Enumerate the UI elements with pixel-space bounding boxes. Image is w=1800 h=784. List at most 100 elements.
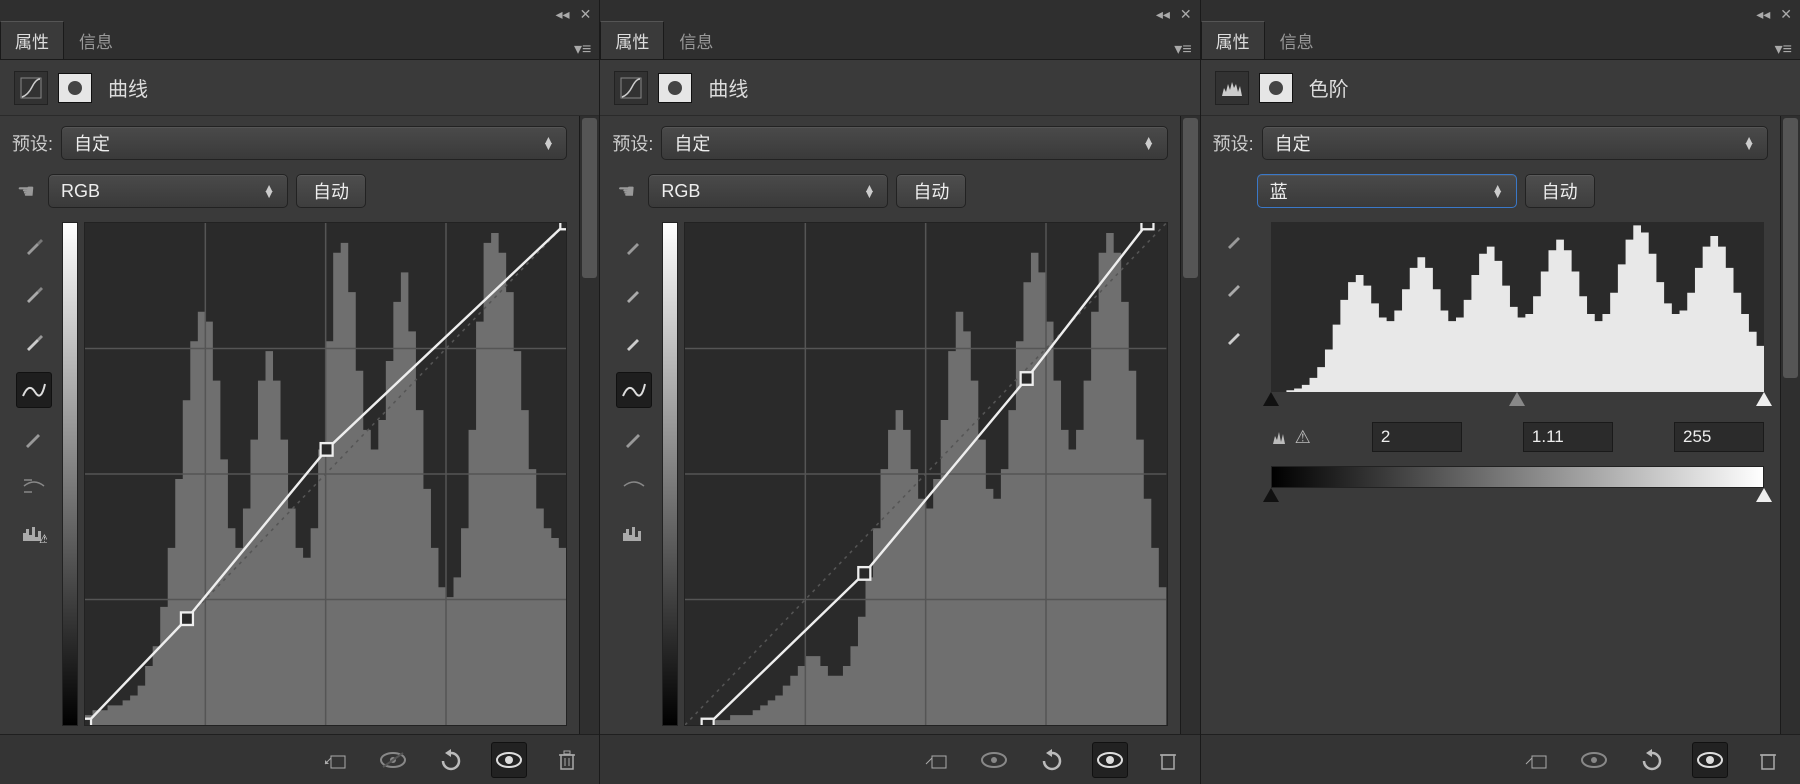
tab-properties[interactable]: 属性 xyxy=(0,21,64,59)
clip-to-layer-icon[interactable] xyxy=(918,742,954,778)
input-black-field[interactable]: 2 xyxy=(1372,422,1462,452)
eyedropper-gray-icon[interactable] xyxy=(1217,270,1253,306)
input-white-field[interactable]: 255 xyxy=(1674,422,1764,452)
histogram-clip-icon[interactable] xyxy=(616,516,652,552)
targeted-adjust-icon[interactable]: ☚ xyxy=(612,179,640,204)
output-gradient xyxy=(1271,466,1764,488)
layer-mask-icon[interactable] xyxy=(658,73,692,103)
histogram-clip-icon[interactable]: ⚠ xyxy=(1271,427,1311,448)
scrollbar[interactable] xyxy=(579,116,599,734)
chevron-updown-icon: ▲▼ xyxy=(263,185,275,197)
panel-menu-icon[interactable]: ▾≡ xyxy=(1767,39,1800,59)
collapse-icon[interactable]: ◂◂ xyxy=(1156,6,1170,23)
svg-text:⚠: ⚠ xyxy=(39,532,47,545)
eyedropper-black-icon[interactable] xyxy=(16,228,52,264)
visibility-icon[interactable] xyxy=(491,742,527,778)
output-gradient-vertical xyxy=(662,222,678,726)
preset-value: 自定 xyxy=(74,130,110,156)
curves-graph[interactable] xyxy=(684,222,1167,726)
toggle-prev-icon[interactable] xyxy=(375,742,411,778)
reset-icon[interactable] xyxy=(1634,742,1670,778)
tab-info[interactable]: 信息 xyxy=(1265,21,1329,59)
input-gamma-slider[interactable] xyxy=(1509,392,1525,406)
tab-info[interactable]: 信息 xyxy=(664,21,728,59)
histogram-clip-icon[interactable]: ⚠ xyxy=(16,516,52,552)
output-black-slider[interactable] xyxy=(1263,488,1279,502)
smooth-icon[interactable] xyxy=(16,468,52,504)
reset-icon[interactable] xyxy=(1034,742,1070,778)
smooth-icon[interactable] xyxy=(616,468,652,504)
preset-label: 预设: xyxy=(12,130,53,156)
output-white-slider[interactable] xyxy=(1756,488,1772,502)
scrollbar[interactable] xyxy=(1780,116,1800,734)
output-gradient-vertical xyxy=(62,222,78,726)
auto-button[interactable]: 自动 xyxy=(896,174,966,208)
adjustment-title: 曲线 xyxy=(708,73,748,102)
trash-icon[interactable] xyxy=(1150,742,1186,778)
input-sliders xyxy=(1271,392,1764,410)
eyedropper-white-icon[interactable] xyxy=(616,324,652,360)
eyedropper-black-icon[interactable] xyxy=(616,228,652,264)
visibility-icon[interactable] xyxy=(1692,742,1728,778)
collapse-icon[interactable]: ◂◂ xyxy=(556,6,570,23)
toggle-prev-icon[interactable] xyxy=(976,742,1012,778)
curves-tools: ⚠ xyxy=(12,222,56,726)
close-icon[interactable]: ✕ xyxy=(1780,6,1792,23)
edit-points-icon[interactable] xyxy=(616,372,652,408)
output-sliders xyxy=(1271,488,1764,506)
clip-to-layer-icon[interactable] xyxy=(317,742,353,778)
pencil-icon[interactable] xyxy=(16,420,52,456)
channel-select[interactable]: RGB ▲▼ xyxy=(48,174,288,208)
scrollbar-thumb[interactable] xyxy=(582,118,597,278)
tab-info[interactable]: 信息 xyxy=(64,21,128,59)
edit-points-icon[interactable] xyxy=(16,372,52,408)
panel-menu-icon[interactable]: ▾≡ xyxy=(566,39,599,59)
curves-panel-2: ◂◂ ✕ 属性 信息 ▾≡ 曲线 预设: 自定▲▼ ☚ RGB▲▼ 自动 xyxy=(600,0,1200,784)
close-icon[interactable]: ✕ xyxy=(1180,6,1192,23)
adjustment-header: 曲线 xyxy=(0,60,599,116)
tab-properties[interactable]: 属性 xyxy=(600,21,664,59)
trash-icon[interactable] xyxy=(1750,742,1786,778)
preset-select[interactable]: 自定▲▼ xyxy=(661,126,1167,160)
layer-mask-icon[interactable] xyxy=(58,73,92,103)
panel-footer xyxy=(0,734,599,784)
close-icon[interactable]: ✕ xyxy=(580,6,592,23)
input-black-slider[interactable] xyxy=(1263,392,1279,406)
tab-properties[interactable]: 属性 xyxy=(1201,21,1265,59)
preset-select[interactable]: 自定 ▲▼ xyxy=(61,126,567,160)
input-white-slider[interactable] xyxy=(1756,392,1772,406)
preset-label: 预设: xyxy=(612,130,653,156)
levels-histogram[interactable] xyxy=(1271,222,1764,392)
curves-panel-1: ◂◂ ✕ 属性 信息 ▾≡ 曲线 预设: 自定 ▲▼ xyxy=(0,0,600,784)
channel-select[interactable]: 蓝▲▼ xyxy=(1257,174,1517,208)
curves-icon[interactable] xyxy=(14,71,48,105)
scrollbar[interactable] xyxy=(1180,116,1200,734)
visibility-icon[interactable] xyxy=(1092,742,1128,778)
eyedropper-gray-icon[interactable] xyxy=(16,276,52,312)
reset-icon[interactable] xyxy=(433,742,469,778)
levels-icon[interactable] xyxy=(1215,71,1249,105)
channel-select[interactable]: RGB▲▼ xyxy=(648,174,888,208)
preset-select[interactable]: 自定▲▼ xyxy=(1262,126,1768,160)
channel-value: RGB xyxy=(61,181,100,202)
targeted-adjust-icon[interactable]: ☚ xyxy=(12,179,40,204)
input-gamma-field[interactable]: 1.11 xyxy=(1523,422,1613,452)
trash-icon[interactable] xyxy=(549,742,585,778)
auto-button[interactable]: 自动 xyxy=(296,174,366,208)
curves-graph[interactable] xyxy=(84,222,567,726)
eyedropper-black-icon[interactable] xyxy=(1217,222,1253,258)
layer-mask-icon[interactable] xyxy=(1259,73,1293,103)
pencil-icon[interactable] xyxy=(616,420,652,456)
adjustment-title: 曲线 xyxy=(108,73,148,102)
eyedropper-gray-icon[interactable] xyxy=(616,276,652,312)
curves-icon[interactable] xyxy=(614,71,648,105)
adjustment-title: 色阶 xyxy=(1309,73,1349,102)
clip-to-layer-icon[interactable] xyxy=(1518,742,1554,778)
levels-panel: ◂◂✕ 属性 信息 ▾≡ 色阶 预设: 自定▲▼ 蓝▲▼ 自动 xyxy=(1201,0,1800,784)
panel-menu-icon[interactable]: ▾≡ xyxy=(1166,39,1199,59)
toggle-prev-icon[interactable] xyxy=(1576,742,1612,778)
collapse-icon[interactable]: ◂◂ xyxy=(1756,6,1770,23)
auto-button[interactable]: 自动 xyxy=(1525,174,1595,208)
eyedropper-white-icon[interactable] xyxy=(16,324,52,360)
eyedropper-white-icon[interactable] xyxy=(1217,318,1253,354)
